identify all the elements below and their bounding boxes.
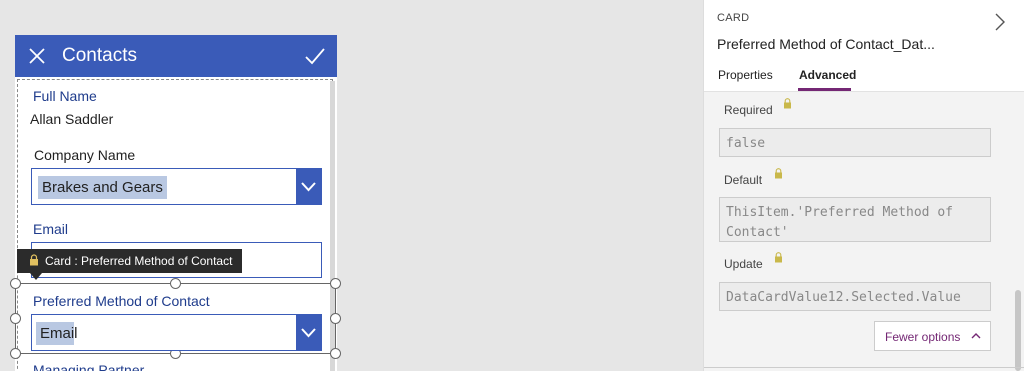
properties-pane: CARD Preferred Method of Contact_Dat... … xyxy=(703,0,1024,371)
chevron-down-icon[interactable] xyxy=(296,169,321,204)
chevron-up-icon xyxy=(971,333,981,339)
pane-divider xyxy=(704,367,1024,371)
email-label: Email xyxy=(33,221,69,237)
canvas-area: Contacts Full Name Allan Saddler Company… xyxy=(0,0,703,371)
check-icon[interactable] xyxy=(304,46,326,66)
resize-handle-tl[interactable] xyxy=(10,278,21,289)
fewer-options-button[interactable]: Fewer options xyxy=(874,321,991,351)
resize-handle-tc[interactable] xyxy=(170,278,181,289)
form-header: Contacts xyxy=(15,35,337,77)
default-label: Default xyxy=(724,173,763,187)
required-label: Required xyxy=(724,103,773,117)
company-name-label: Company Name xyxy=(34,147,136,163)
resize-handle-ml[interactable] xyxy=(10,313,21,324)
resize-handle-bl[interactable] xyxy=(10,348,21,359)
active-tab-indicator xyxy=(798,88,851,91)
preferred-contact-selected-value: Email xyxy=(36,322,78,345)
default-field[interactable]: ThisItem.'Preferred Method of Contact' xyxy=(719,197,991,242)
managing-partner-label: Managing Partner xyxy=(33,362,145,371)
card-tooltip: Card : Preferred Method of Contact xyxy=(17,249,242,273)
pane-header: CARD Preferred Method of Contact_Dat... … xyxy=(704,0,1024,92)
card-name: Preferred Method of Contact_Dat... xyxy=(717,36,935,52)
pane-scrollbar[interactable] xyxy=(1015,290,1021,371)
company-selected-value: Brakes and Gears xyxy=(38,176,167,199)
tooltip-text: Card : Preferred Method of Contact xyxy=(45,254,233,268)
full-name-value: Allan Saddler xyxy=(30,111,114,127)
resize-handle-tr[interactable] xyxy=(330,278,341,289)
lock-icon xyxy=(775,168,782,179)
tab-advanced[interactable]: Advanced xyxy=(799,68,856,82)
tooltip-pointer xyxy=(30,273,42,280)
chevron-down-icon[interactable] xyxy=(296,315,321,350)
chevron-right-icon[interactable] xyxy=(994,12,1006,32)
company-name-dropdown[interactable]: Brakes and Gears xyxy=(31,168,322,205)
full-name-label: Full Name xyxy=(33,88,97,104)
tab-properties[interactable]: Properties xyxy=(718,68,773,82)
form-title: Contacts xyxy=(62,45,137,66)
resize-handle-mr[interactable] xyxy=(330,313,341,324)
lock-icon xyxy=(30,254,38,266)
required-field[interactable]: false xyxy=(719,128,991,157)
lock-icon xyxy=(784,98,791,109)
close-icon[interactable] xyxy=(27,46,47,66)
resize-handle-br[interactable] xyxy=(330,348,341,359)
fewer-options-label: Fewer options xyxy=(885,330,961,344)
lock-icon xyxy=(775,252,782,263)
update-label: Update xyxy=(724,257,763,271)
update-field[interactable]: DataCardValue12.Selected.Value xyxy=(719,282,991,311)
section-label: CARD xyxy=(717,12,750,24)
preferred-contact-dropdown[interactable]: Email xyxy=(31,314,322,351)
preferred-contact-label: Preferred Method of Contact xyxy=(33,293,210,309)
